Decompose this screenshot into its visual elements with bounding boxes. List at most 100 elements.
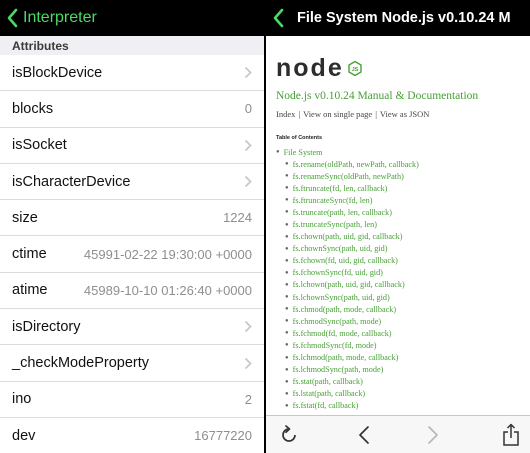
toc-link[interactable]: fs.chownSync(path, uid, gid) — [293, 244, 388, 253]
link-separator: | — [298, 109, 301, 119]
toc-list-item: ● fs.chmod(path, mode, callback) — [276, 303, 520, 315]
attribute-key: blocks — [12, 100, 54, 117]
bullet-icon: ● — [285, 257, 289, 264]
toc-link[interactable]: fs.fstat(fd, callback) — [293, 401, 359, 410]
attributes-section-header: Attributes — [0, 36, 264, 55]
page-title: File System Node.js v0.10.24 M — [297, 10, 511, 26]
attribute-row[interactable]: isCharacterDevice — [0, 163, 264, 201]
attributes-list: isBlockDevice blocks 0 isSocket isCharacterD… — [0, 55, 264, 453]
toc-link[interactable]: fs.lchownSync(path, uid, gid) — [293, 293, 390, 302]
left-navigation-bar: Interpreter — [0, 0, 264, 36]
toc-list-item: ● fs.stat(path, callback) — [276, 376, 520, 388]
attribute-key: atime — [12, 282, 48, 299]
attribute-key: ino — [12, 391, 32, 408]
toc-link[interactable]: fs.ftruncateSync(fd, len) — [293, 196, 373, 205]
bullet-icon: ● — [285, 318, 289, 325]
toc-link[interactable]: fs.lchmod(path, mode, callback) — [293, 353, 399, 362]
browser-toolbar — [266, 415, 530, 453]
attribute-row[interactable]: isDirectory — [0, 309, 264, 346]
bullet-icon: ● — [285, 390, 289, 397]
toc-link[interactable]: fs.fchownSync(fd, uid, gid) — [293, 268, 383, 277]
bullet-icon: ● — [285, 161, 289, 168]
attribute-row[interactable]: _checkModeProperty — [0, 345, 264, 382]
toc-link[interactable]: fs.fchown(fd, uid, gid, callback) — [293, 256, 398, 265]
toc-link[interactable]: fs.fchmodSync(fd, mode) — [293, 341, 377, 350]
attribute-value: 0 — [244, 101, 252, 117]
toc-link[interactable]: fs.chmodSync(path, mode) — [293, 317, 381, 326]
chevron-right-icon — [244, 175, 252, 188]
forward-arrow-icon[interactable] — [427, 425, 439, 445]
bullet-icon: ● — [285, 185, 289, 192]
toc-link[interactable]: fs.rename(oldPath, newPath, callback) — [293, 160, 419, 169]
back-button-interpreter[interactable]: Interpreter — [23, 9, 97, 27]
toc-link[interactable]: fs.ftruncate(fd, len, callback) — [293, 184, 388, 193]
attribute-value: 1224 — [223, 210, 252, 226]
bullet-icon: ● — [285, 245, 289, 252]
attribute-row: blocks 0 — [0, 91, 264, 128]
bullet-icon: ● — [285, 342, 289, 349]
toc-link[interactable]: fs.lchown(path, uid, gid, callback) — [293, 280, 405, 289]
bullet-icon: ● — [285, 233, 289, 240]
toc-list-item: ● fs.lchmodSync(path, mode) — [276, 364, 520, 376]
toc-link[interactable]: fs.fchmod(fd, mode, callback) — [293, 329, 392, 338]
toc-list-item: ● fs.truncate(path, len, callback) — [276, 206, 520, 218]
toc-link[interactable]: fs.chmod(path, mode, callback) — [293, 305, 396, 314]
chevron-right-icon — [244, 67, 252, 79]
attribute-key: isBlockDevice — [12, 64, 103, 81]
attribute-row[interactable]: isSocket — [0, 127, 264, 164]
chevron-right-icon — [244, 357, 252, 369]
doc-heading: Node.js v0.10.24 Manual & Documentation — [276, 90, 479, 102]
toc-link[interactable]: fs.chown(path, uid, gid, callback) — [293, 232, 403, 241]
logo-wordmark: node — [276, 53, 344, 82]
toc-list-item: ● fs.truncateSync(path, len) — [276, 218, 520, 230]
attribute-row: dev 16777220 — [0, 417, 264, 453]
attribute-key: _checkModeProperty — [12, 355, 150, 372]
right-navigation-bar: File System Node.js v0.10.24 M — [266, 0, 530, 36]
attribute-key: isSocket — [12, 137, 67, 154]
toc-link[interactable]: fs.stat(path, callback) — [293, 377, 363, 386]
bullet-icon: ● — [285, 281, 289, 288]
reload-icon[interactable] — [279, 425, 299, 445]
bullet-icon: ● — [285, 402, 289, 409]
toc-link[interactable]: fs.lchmodSync(path, mode) — [293, 365, 384, 374]
attribute-value: 2 — [244, 391, 252, 407]
attribute-key: ctime — [12, 246, 47, 263]
attribute-row: atime 45989-10-10 01:26:40 +0000 — [0, 272, 264, 310]
attribute-row: ino 2 — [0, 381, 264, 418]
toc-list-item: ● fs.lchmod(path, mode, callback) — [276, 352, 520, 364]
toc-list-item: ● fs.lstat(path, callback) — [276, 388, 520, 400]
json-link[interactable]: View as JSON — [380, 109, 430, 119]
toc-link[interactable]: fs.lstat(path, callback) — [293, 389, 366, 398]
doc-content: node JS Node.js v0.10.24 Manual & Docume… — [266, 53, 530, 424]
chevron-right-icon — [244, 139, 252, 151]
single-page-link[interactable]: View on single page — [303, 109, 372, 119]
documentation-pane: File System Node.js v0.10.24 M node JS N… — [266, 0, 530, 453]
link-separator: | — [375, 109, 377, 119]
toc-list-item: ● fs.rename(oldPath, newPath, callback) — [276, 158, 520, 170]
toc-list-item: ● fs.fchownSync(fd, uid, gid) — [276, 267, 520, 279]
attribute-key: isCharacterDevice — [12, 173, 131, 190]
toc-sub-list: ● fs.rename(oldPath, newPath, callback) ● f… — [276, 158, 520, 424]
toc-link[interactable]: fs.truncate(path, len, callback) — [293, 208, 392, 217]
back-chevron-icon[interactable] — [272, 8, 285, 28]
toc-list-item: ● fs.ftruncateSync(fd, len) — [276, 194, 520, 206]
back-chevron-icon[interactable] — [6, 8, 19, 28]
bullet-icon: ● — [285, 197, 289, 204]
bullet-icon: ● — [285, 354, 289, 361]
toc-top-item: ● File System — [276, 146, 520, 158]
toc-link[interactable]: fs.renameSync(oldPath, newPath) — [293, 172, 404, 181]
bullet-icon: ● — [285, 294, 289, 301]
bullet-icon: ● — [285, 173, 289, 180]
toc-list-item: ● fs.renameSync(oldPath, newPath) — [276, 170, 520, 182]
toc-link-file-system[interactable]: File System — [284, 148, 323, 157]
attribute-value: 16777220 — [194, 428, 252, 444]
share-icon[interactable] — [502, 423, 520, 447]
table-of-contents: ● File System ● fs.rename(oldPath, newPat… — [276, 146, 520, 424]
svg-text:JS: JS — [351, 67, 358, 73]
back-arrow-icon[interactable] — [358, 425, 370, 445]
attribute-row[interactable]: isBlockDevice — [0, 55, 264, 92]
doc-links-bar: Index | View on single page | View as JSON — [276, 109, 520, 119]
index-link[interactable]: Index — [276, 109, 295, 119]
toc-link[interactable]: fs.truncateSync(path, len) — [293, 220, 377, 229]
toc-list-item: ● fs.chown(path, uid, gid, callback) — [276, 231, 520, 243]
